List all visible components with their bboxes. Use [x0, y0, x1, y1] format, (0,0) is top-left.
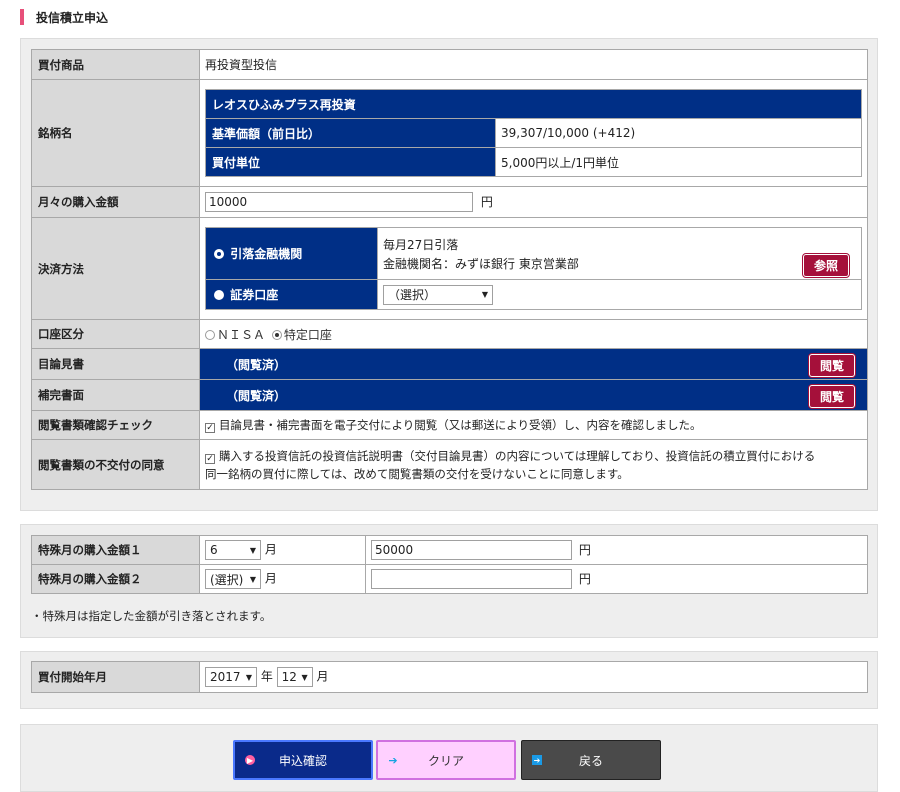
payment-table: 引落金融機関 毎月27日引落 金融機関名：みずほ銀行 東京営業部 参照 証券口座 [205, 227, 862, 310]
row-fund: 銘柄名 レオスひふみプラス再投資 基準価額（前日比） 39,307/10,000… [31, 79, 868, 187]
tokutei-radio[interactable] [271, 329, 282, 340]
supplement-status: （閲覧済） [226, 388, 287, 403]
bank-radio[interactable] [214, 249, 224, 259]
special1-month-select[interactable]: 6 ▼ [205, 540, 261, 560]
special-month-table: 特殊月の購入金額１ 6 ▼ 月 50000 円 特殊月の購入金額２ (選択) ▼ [31, 535, 868, 594]
start-month-select[interactable]: 12 ▼ [276, 667, 313, 687]
chevron-down-icon: ▼ [249, 574, 256, 584]
special2-amount-input[interactable] [371, 569, 572, 589]
start-month-panel: 買付開始年月 2017 ▼ 年 12 ▼ 月 [20, 651, 878, 709]
row-product: 買付商品 再投資型投信 [31, 49, 868, 80]
nav-value: 39,307/10,000 (+412) [495, 118, 862, 148]
main-form-panel: 買付商品 再投資型投信 銘柄名 レオスひふみプラス再投資 基準価額（前日比） 3… [20, 38, 878, 511]
prospectus-label: 目論見書 [31, 348, 200, 380]
special1-month-value: 6 [210, 543, 218, 557]
nisa-radio[interactable] [205, 329, 215, 340]
securities-label: 証券口座 [230, 288, 279, 302]
row-account: 口座区分 ＮＩＳＡ 特定口座 [31, 319, 868, 349]
supplement-label: 補完書面 [31, 379, 200, 411]
securities-select-value: （選択） [388, 288, 437, 302]
bank-label: 引落金融機関 [230, 247, 303, 261]
action-buttons-panel: ▶ 申込確認 ➔ クリア ➔ 戻る [20, 724, 878, 792]
confirm-check-text: 目論見書・補完書面を電子交付により閲覧（又は郵送により受領）し、内容を確認しまし… [219, 418, 702, 432]
confirm-application-button[interactable]: ▶ 申込確認 [233, 740, 373, 780]
page-header: 投信積立申込 [20, 8, 108, 26]
row-payment: 決済方法 引落金融機関 毎月27日引落 金融機関名：みずほ銀行 東京営業部 参照 [31, 217, 868, 320]
clear-button[interactable]: ➔ クリア [376, 740, 516, 780]
start-month-unit: 月 [316, 669, 329, 684]
account-label: 口座区分 [31, 319, 200, 349]
consent-text-line2: 同一銘柄の買付に際しては、改めて閲覧書類の交付を受けないことに同意します。 [205, 466, 629, 481]
special-month-panel: 特殊月の購入金額１ 6 ▼ 月 50000 円 特殊月の購入金額２ (選択) ▼ [20, 524, 878, 638]
prospectus-status: （閲覧済） [226, 357, 287, 372]
nav-label: 基準価額（前日比） [205, 118, 496, 148]
clear-button-label: クリア [427, 753, 464, 768]
special2-month-value: (選択) [210, 572, 244, 587]
special1-label: 特殊月の購入金額１ [31, 535, 200, 565]
chevron-down-icon: ▼ [481, 290, 488, 299]
start-year-select[interactable]: 2017 ▼ [205, 667, 257, 687]
product-label: 買付商品 [31, 49, 200, 80]
row-monthly: 月々の購入金額 10000 円 [31, 186, 868, 218]
arrow-right-icon: ➔ [532, 755, 542, 765]
back-button-label: 戻る [578, 753, 603, 768]
row-supplement: 補完書面 （閲覧済） 閲覧 [31, 379, 868, 411]
securities-option[interactable]: 証券口座 [205, 279, 378, 310]
monthly-amount-input[interactable]: 10000 [205, 192, 473, 212]
unit-value: 5,000円以上/1円単位 [495, 147, 862, 177]
securities-select[interactable]: （選択） ▼ [383, 284, 493, 305]
monthly-label: 月々の購入金額 [31, 186, 200, 218]
fund-label: 銘柄名 [31, 79, 200, 187]
fund-info-table: レオスひふみプラス再投資 基準価額（前日比） 39,307/10,000 (+4… [205, 89, 862, 177]
prospectus-view-button[interactable]: 閲覧 [808, 354, 855, 377]
confirm-check-label: 閲覧書類確認チェック [31, 410, 200, 440]
bank-option[interactable]: 引落金融機関 [205, 227, 378, 280]
special-row-1: 特殊月の購入金額１ 6 ▼ 月 50000 円 [31, 535, 868, 565]
row-prospectus: 目論見書 （閲覧済） 閲覧 [31, 348, 868, 380]
special1-amount-input[interactable]: 50000 [371, 540, 572, 560]
back-button[interactable]: ➔ 戻る [521, 740, 661, 780]
chevron-down-icon: ▼ [249, 545, 256, 555]
bank-name: 金融機関名：みずほ銀行 東京営業部 [383, 256, 579, 271]
title-accent-bar [20, 9, 24, 25]
special-month-note: ・特殊月は指定した金額が引き落とされます。 [31, 609, 272, 623]
start-month-table: 買付開始年月 2017 ▼ 年 12 ▼ 月 [31, 661, 868, 693]
start-year-unit: 年 [260, 669, 273, 684]
arrow-right-icon: ➔ [388, 753, 398, 767]
checkbox-checked-icon[interactable]: ✓ [205, 423, 215, 433]
bank-withdraw-date: 毎月27日引落 [383, 237, 459, 252]
tokutei-label: 特定口座 [283, 327, 332, 342]
chevron-down-icon: ▼ [245, 672, 252, 682]
payment-label: 決済方法 [31, 217, 200, 320]
row-confirm-check: 閲覧書類確認チェック ✓ 目論見書・補完書面を電子交付により閲覧（又は郵送により受… [31, 410, 868, 440]
securities-radio[interactable] [214, 290, 224, 300]
special-row-2: 特殊月の購入金額２ (選択) ▼ 月 円 [31, 564, 868, 594]
consent-label: 閲覧書類の不交付の同意 [31, 439, 200, 490]
fund-name: レオスひふみプラス再投資 [205, 89, 862, 119]
page-title: 投信積立申込 [36, 10, 109, 25]
monthly-unit: 円 [480, 194, 493, 209]
special1-amount-unit: 円 [578, 542, 591, 557]
start-label: 買付開始年月 [31, 661, 200, 693]
chevron-down-icon: ▼ [301, 672, 308, 682]
supplement-view-button[interactable]: 閲覧 [808, 385, 855, 408]
product-value: 再投資型投信 [199, 49, 868, 80]
checkbox-checked-icon[interactable]: ✓ [205, 453, 215, 464]
play-icon: ▶ [245, 755, 255, 765]
start-month-value: 12 [281, 670, 297, 684]
confirm-button-label: 申込確認 [278, 753, 327, 768]
start-year-value: 2017 [210, 670, 241, 684]
row-consent: 閲覧書類の不交付の同意 ✓ 購入する投資信託の投資信託説明書（交付目論見書）の内容… [31, 439, 868, 490]
start-row: 買付開始年月 2017 ▼ 年 12 ▼ 月 [31, 661, 868, 693]
special1-month-unit: 月 [264, 542, 277, 557]
consent-text-line1: 購入する投資信託の投資信託説明書（交付目論見書）の内容については理解しており、投… [219, 448, 816, 463]
nisa-label: ＮＩＳＡ [217, 327, 266, 342]
special2-month-unit: 月 [264, 571, 277, 586]
unit-label: 買付単位 [205, 147, 496, 177]
special2-amount-unit: 円 [578, 571, 591, 586]
special2-label: 特殊月の購入金額２ [31, 564, 200, 594]
special2-month-select[interactable]: (選択) ▼ [205, 569, 261, 589]
reference-button[interactable]: 参照 [802, 254, 849, 277]
main-form-table: 買付商品 再投資型投信 銘柄名 レオスひふみプラス再投資 基準価額（前日比） 3… [31, 49, 868, 490]
